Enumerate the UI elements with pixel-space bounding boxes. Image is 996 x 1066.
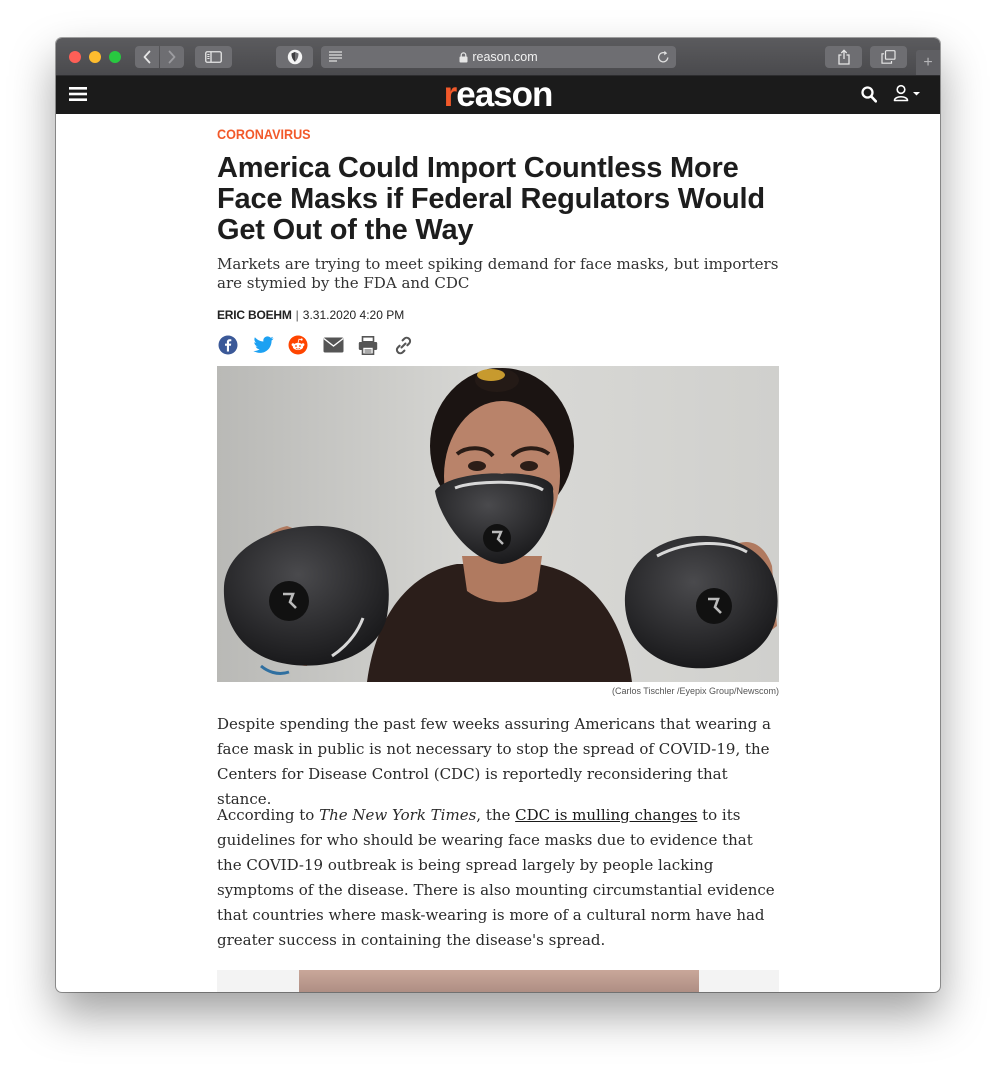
- plus-icon: +: [923, 53, 933, 71]
- print-icon[interactable]: [357, 334, 379, 356]
- tabs-overview-icon: [881, 50, 896, 64]
- article-category[interactable]: CORONAVIRUS: [217, 126, 311, 142]
- back-button[interactable]: [135, 46, 159, 68]
- shield-icon: [287, 49, 302, 65]
- publish-date: 3.31.2020 4:20 PM: [302, 308, 405, 322]
- logo-accent-letter: r: [443, 75, 458, 114]
- chevron-right-icon: [168, 50, 176, 64]
- paragraph-text: to its guidelines for who should be wear…: [217, 806, 775, 949]
- minimize-window-button[interactable]: [89, 51, 101, 63]
- site-header: reason: [56, 76, 940, 114]
- user-account-icon[interactable]: [892, 84, 924, 109]
- new-tab-button[interactable]: +: [916, 50, 940, 75]
- article-subhead: Markets are trying to meet spiking deman…: [217, 255, 779, 292]
- forward-button[interactable]: [160, 46, 184, 68]
- paragraph-text: , the: [476, 806, 516, 824]
- show-tabs-button[interactable]: [870, 46, 907, 68]
- masked-woman-photo: [217, 366, 779, 682]
- share-button[interactable]: [825, 46, 862, 68]
- publication-name: The New York Times: [319, 806, 477, 824]
- article-paragraph: According to The New York Times, the CDC…: [217, 803, 779, 953]
- browser-window: reason.com + reason CORONAVIRUS America …: [56, 38, 940, 992]
- zoom-window-button[interactable]: [109, 51, 121, 63]
- author-link[interactable]: ERIC BOEHM: [217, 308, 292, 322]
- email-icon[interactable]: [322, 334, 344, 356]
- browser-toolbar: reason.com +: [56, 38, 940, 76]
- byline-separator: |: [295, 308, 299, 322]
- close-window-button[interactable]: [69, 51, 81, 63]
- inline-photo: [299, 970, 699, 992]
- article-paragraph: Despite spending the past few weeks assu…: [217, 715, 771, 808]
- site-logo[interactable]: reason: [56, 77, 940, 113]
- caret-down-icon: [913, 92, 920, 96]
- sidebar-toggle-button[interactable]: [195, 46, 232, 68]
- reddit-icon[interactable]: [287, 334, 309, 356]
- image-credit: (Carlos Tischler /Eyepix Group/Newscom): [611, 686, 779, 696]
- share-buttons: [217, 334, 414, 356]
- share-icon: [837, 49, 850, 65]
- search-icon[interactable]: [861, 86, 878, 108]
- facebook-icon[interactable]: [217, 334, 239, 356]
- address-bar[interactable]: reason.com: [321, 46, 676, 68]
- twitter-icon[interactable]: [252, 334, 274, 356]
- sidebar-icon: [205, 51, 222, 63]
- article-hero-image: [217, 366, 779, 682]
- inline-article-image: [217, 970, 779, 992]
- byline: ERIC BOEHM | 3.31.2020 4:20 PM: [217, 308, 404, 322]
- cdc-mulling-changes-link[interactable]: CDC is mulling changes: [515, 806, 697, 824]
- url-text: reason.com: [472, 50, 538, 64]
- paragraph-text: According to: [217, 806, 320, 824]
- privacy-extension-button[interactable]: [276, 46, 313, 68]
- link-icon[interactable]: [392, 334, 414, 356]
- logo-text: eason: [456, 75, 553, 114]
- lock-icon: [459, 51, 468, 62]
- reload-icon[interactable]: [657, 50, 670, 69]
- article-headline: America Could Import Countless More Face…: [217, 152, 765, 246]
- chevron-left-icon: [143, 50, 151, 64]
